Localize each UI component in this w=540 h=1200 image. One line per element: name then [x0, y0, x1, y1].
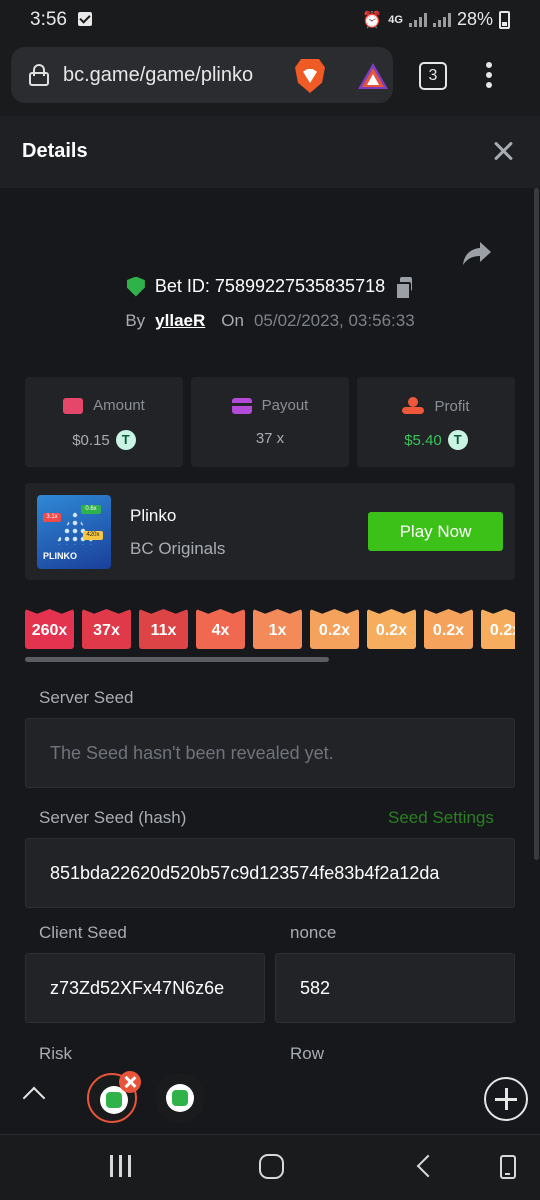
- thumb-title: PLINKO: [43, 551, 78, 561]
- plinko-thumbnail[interactable]: 3.1x 0.6x 420x PLINKO: [37, 495, 111, 569]
- seed-settings-link[interactable]: Seed Settings: [388, 808, 494, 828]
- on-label: On: [221, 311, 244, 330]
- home-icon[interactable]: [259, 1154, 284, 1179]
- status-bar: 3:56 ⏰ 4G 28%: [0, 0, 540, 42]
- profit-value: $5.40: [404, 431, 442, 449]
- close-tab-icon[interactable]: [119, 1071, 141, 1093]
- payout-icon: [231, 397, 252, 414]
- multiplier-chip: 0.2x: [481, 609, 515, 649]
- amount-icon: [63, 397, 84, 414]
- profit-card: Profit $5.40 T: [357, 377, 515, 467]
- game-card: 3.1x 0.6x 420x PLINKO Plinko BC Original…: [25, 483, 515, 580]
- address-bar[interactable]: bc.game/game/plinko: [11, 47, 393, 103]
- profit-label: Profit: [434, 397, 470, 415]
- checkbox-notification-icon: [78, 12, 92, 26]
- nonce-value: 582: [300, 977, 331, 998]
- row-label: Row: [290, 1044, 325, 1063]
- client-seed-field[interactable]: z73Zd52XFx47N6z6e: [25, 953, 265, 1023]
- game-provider: BC Originals: [130, 539, 226, 558]
- game-name: Plinko: [130, 506, 177, 525]
- server-seed-hash-value: 851bda22620d520b57c9d123574fe83b4f2a12da: [50, 862, 440, 883]
- bet-datetime: 05/02/2023, 03:56:33: [253, 311, 415, 330]
- close-icon[interactable]: [492, 140, 514, 162]
- multiplier-chip: 260x: [25, 609, 74, 649]
- multiplier-chip: 0.2x: [367, 609, 416, 649]
- recent-apps-icon[interactable]: [110, 1155, 132, 1177]
- thumb-tag: 3.1x: [43, 513, 61, 522]
- client-seed-label: Client Seed: [39, 923, 127, 942]
- tab-bc-game[interactable]: [155, 1073, 205, 1123]
- amount-card: Amount $0.15 T: [25, 377, 183, 467]
- multiplier-chip: 37x: [82, 609, 131, 649]
- server-seed-value: The Seed hasn't been revealed yet.: [50, 742, 334, 763]
- server-seed-hash-field[interactable]: 851bda22620d520b57c9d123574fe83b4f2a12da: [25, 838, 515, 908]
- nonce-field[interactable]: 582: [275, 953, 515, 1023]
- brave-shields-icon[interactable]: [295, 59, 325, 93]
- by-label: By: [125, 311, 146, 330]
- play-now-button[interactable]: Play Now: [368, 512, 503, 551]
- brave-rewards-icon[interactable]: [357, 62, 389, 90]
- keyboard-toggle-icon[interactable]: [500, 1155, 516, 1179]
- thumb-tag: 420x: [83, 531, 103, 540]
- bet-id-row: Bet ID: 75899227535835718: [0, 276, 540, 300]
- bet-meta-row: By yllaeR On 05/02/2023, 03:56:33: [0, 311, 540, 331]
- multiplier-chip: 0.2x: [424, 609, 473, 649]
- url-text[interactable]: bc.game/game/plinko: [63, 64, 253, 87]
- payout-value: 37 x: [255, 430, 285, 447]
- usdt-coin-icon: T: [447, 430, 468, 450]
- signal-icon: [408, 12, 427, 27]
- multiplier-chip: 1x: [253, 609, 302, 649]
- tab-switcher-button[interactable]: 3: [419, 62, 447, 90]
- profit-icon: [402, 397, 425, 415]
- nonce-label: nonce: [290, 923, 337, 942]
- payout-label: Payout: [261, 397, 309, 414]
- network-type: 4G: [388, 13, 403, 26]
- bet-id: 75899227535835718: [214, 276, 386, 296]
- payout-card: Payout 37 x: [191, 377, 349, 467]
- copy-icon[interactable]: [395, 276, 413, 300]
- menu-icon[interactable]: [486, 62, 492, 90]
- thumb-tag: 0.6x: [81, 505, 101, 514]
- multiplier-chip: 4x: [196, 609, 245, 649]
- share-icon[interactable]: [462, 240, 492, 266]
- multiplier-chip: 0.2x: [310, 609, 359, 649]
- signal-icon: [432, 12, 451, 27]
- battery-icon: [499, 10, 510, 29]
- browser-toolbar: bc.game/game/plinko 3: [0, 42, 540, 116]
- alarm-icon: ⏰: [362, 11, 383, 29]
- server-seed-field: The Seed hasn't been revealed yet.: [25, 718, 515, 788]
- server-seed-label: Server Seed: [39, 688, 134, 707]
- new-tab-icon[interactable]: [484, 1077, 528, 1121]
- lock-icon[interactable]: [29, 64, 49, 86]
- client-seed-value: z73Zd52XFx47N6z6e: [50, 977, 225, 998]
- multiplier-chip: 11x: [139, 609, 188, 649]
- multiplier-strip[interactable]: 260x37x11x4x1x0.2x0.2x0.2x0.2x: [25, 609, 515, 651]
- username-link[interactable]: yllaeR: [155, 311, 205, 331]
- page-title: Details: [22, 140, 88, 162]
- server-seed-hash-label: Server Seed (hash): [39, 808, 187, 827]
- status-icons: ⏰ 4G 28%: [362, 9, 510, 30]
- battery-percent: 28%: [456, 9, 493, 29]
- multiplier-scrollbar[interactable]: [25, 657, 329, 662]
- amount-label: Amount: [93, 397, 145, 414]
- status-time: 3:56: [30, 9, 67, 30]
- details-header: Details: [0, 116, 540, 188]
- amount-value: $0.15: [72, 431, 110, 449]
- risk-label: Risk: [39, 1044, 73, 1063]
- verified-shield-icon: [126, 276, 145, 297]
- bet-id-label: Bet ID:: [154, 276, 210, 296]
- usdt-coin-icon: T: [115, 430, 136, 450]
